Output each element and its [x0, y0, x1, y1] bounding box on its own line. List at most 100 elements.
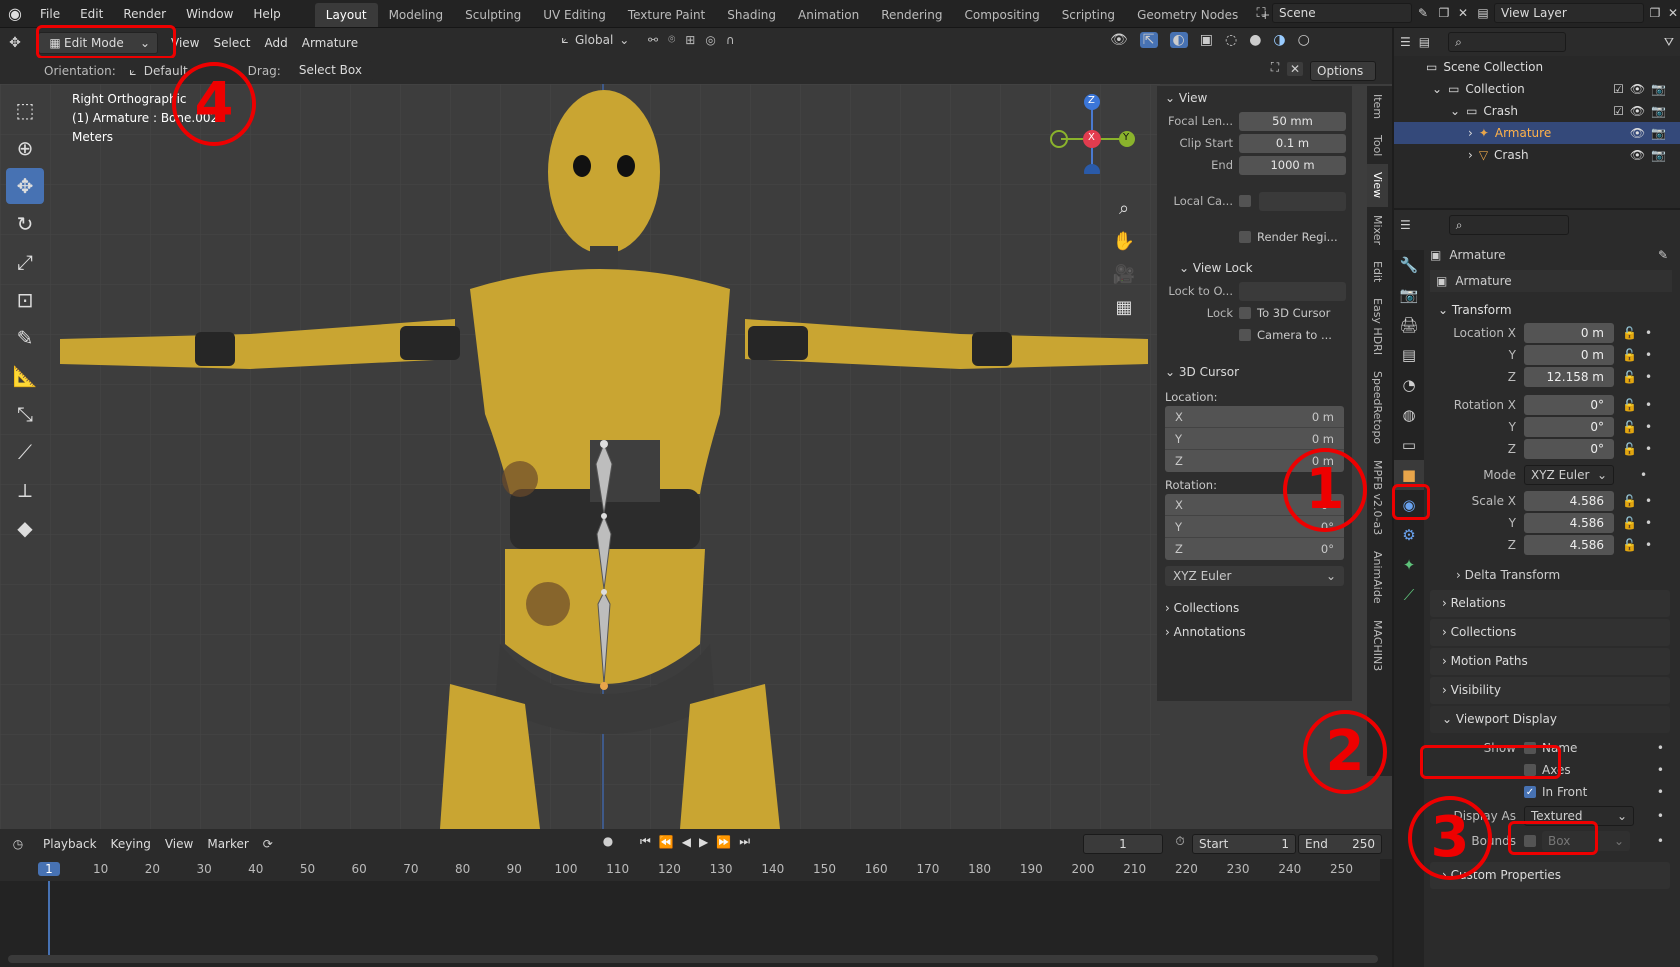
clip-end-field[interactable]: 1000 m: [1239, 155, 1346, 175]
lock-icon[interactable]: 🔓: [1622, 494, 1637, 508]
transform-orientation[interactable]: ⟀ Global ⌄: [555, 32, 629, 47]
timeline-ruler[interactable]: 1 10 20 30 40 50 60 70 80 90 100 110 120 130 140 150 160…: [0, 859, 1380, 881]
grid-view-icon[interactable]: ▦: [1112, 291, 1136, 324]
editor-type-icon[interactable]: ☰: [1400, 218, 1411, 232]
tab-layout[interactable]: Layout: [314, 2, 378, 27]
scale-x-field[interactable]: 4.586: [1524, 491, 1614, 511]
end-frame-field[interactable]: End 250: [1298, 834, 1382, 854]
tool-tab-icon[interactable]: 🔧: [1394, 250, 1424, 280]
lock-icon[interactable]: 🔓: [1622, 398, 1637, 412]
visibility-panel-header[interactable]: › Visibility: [1430, 677, 1670, 704]
scene-tab-icon[interactable]: ◔: [1394, 370, 1424, 400]
move-icon[interactable]: ✥: [6, 168, 44, 204]
location-y-field[interactable]: 0 m: [1524, 345, 1614, 365]
camera-to-checkbox[interactable]: [1239, 329, 1251, 341]
tab-edit[interactable]: Edit: [1367, 253, 1388, 290]
tab-geometry-nodes[interactable]: Geometry Nodes: [1126, 3, 1249, 27]
render-tab-icon[interactable]: 📷: [1394, 280, 1424, 310]
snap-icon[interactable]: ⌾: [668, 32, 675, 47]
bone-envelope-icon[interactable]: ⟋: [6, 434, 44, 470]
rotate-icon[interactable]: ↻: [6, 206, 44, 242]
cursor-rot-z[interactable]: Z 0°: [1165, 538, 1344, 560]
tab-animation[interactable]: Animation: [787, 3, 870, 27]
tab-machin3[interactable]: MACHIN3: [1367, 612, 1388, 679]
in-front-checkbox[interactable]: ✓: [1524, 786, 1536, 798]
keyframe-dot-icon[interactable]: •: [1645, 494, 1652, 508]
lock-icon[interactable]: 🔓: [1622, 538, 1637, 552]
new-view-layer-icon[interactable]: ❐: [1644, 6, 1666, 20]
play-icon[interactable]: ▶: [699, 835, 708, 849]
local-camera-checkbox[interactable]: [1239, 195, 1251, 207]
record-icon[interactable]: ●: [598, 834, 618, 848]
xray-icon[interactable]: ▣: [1200, 32, 1213, 48]
wireframe-icon[interactable]: ◌: [1225, 32, 1237, 48]
navigation-gizmo[interactable]: Z Y X: [1045, 84, 1135, 180]
menu-playback[interactable]: Playback: [36, 833, 104, 855]
cursor-loc-y[interactable]: Y 0 m: [1165, 428, 1344, 450]
visibility-toggles[interactable]: 👁📷: [1630, 148, 1672, 162]
menu-window[interactable]: Window: [176, 0, 243, 28]
start-frame-field[interactable]: Start 1: [1192, 834, 1296, 854]
editor-type-icon[interactable]: ◷: [0, 837, 36, 851]
menu-view[interactable]: View: [158, 833, 200, 855]
tab-rendering[interactable]: Rendering: [870, 3, 953, 27]
measure-icon[interactable]: 📐: [6, 358, 44, 394]
timeline-scrollbar[interactable]: [8, 955, 1378, 963]
output-tab-icon[interactable]: 🖨: [1394, 310, 1424, 340]
current-frame-field[interactable]: 1: [1083, 834, 1163, 854]
location-x-field[interactable]: 0 m: [1524, 323, 1614, 343]
outliner-item-collection[interactable]: ⌄ ▭ Collection ☑👁📷: [1394, 78, 1680, 100]
tab-mixer[interactable]: Mixer: [1367, 207, 1388, 253]
lock-icon[interactable]: 🔓: [1622, 420, 1637, 434]
rotation-y-field[interactable]: 0°: [1524, 417, 1614, 437]
to-cursor-checkbox[interactable]: [1239, 307, 1251, 319]
visibility-icon[interactable]: 👁: [1110, 32, 1128, 48]
delta-transform-header[interactable]: › Delta Transform: [1430, 562, 1680, 588]
expand-icon[interactable]: ⌄: [1450, 104, 1460, 118]
keyframe-dot-icon[interactable]: •: [1645, 348, 1652, 362]
view-lock-header[interactable]: ⌄ View Lock: [1157, 256, 1352, 280]
keyframe-dot-icon[interactable]: •: [1657, 785, 1664, 799]
display-mode-icon[interactable]: ▤: [1419, 35, 1430, 49]
material-preview-icon[interactable]: ◑: [1273, 32, 1285, 48]
armature-data-tab-icon[interactable]: ✦: [1394, 550, 1424, 580]
lock-icon[interactable]: 🔓: [1622, 326, 1637, 340]
close-icon[interactable]: ✕: [1287, 62, 1303, 76]
keyframe-dot-icon[interactable]: •: [1657, 809, 1664, 823]
camera-icon[interactable]: 🎥: [1112, 258, 1136, 291]
scale-icon[interactable]: ⤢: [6, 244, 44, 280]
menu-help[interactable]: Help: [243, 0, 290, 28]
editor-type-icon[interactable]: ✥: [0, 35, 30, 51]
viewport-display-panel-header[interactable]: ⌄ Viewport Display: [1430, 706, 1670, 733]
keyframe-dot-icon[interactable]: •: [1640, 468, 1647, 482]
scene-collection-row[interactable]: ▭ Scene Collection: [1394, 56, 1680, 78]
lock-to-field[interactable]: [1239, 281, 1346, 301]
menu-marker[interactable]: Marker: [200, 833, 255, 855]
scene-field[interactable]: Scene: [1272, 3, 1412, 23]
view-layer-tab-icon[interactable]: ▤: [1394, 340, 1424, 370]
tab-compositing[interactable]: Compositing: [953, 3, 1050, 27]
bone-tab-icon[interactable]: ⟋: [1394, 580, 1424, 610]
outliner-search-input[interactable]: ⌕: [1448, 32, 1567, 52]
tab-mpfb[interactable]: MPFB v2.0-a3: [1367, 452, 1388, 543]
proportional-edit-icon[interactable]: ◎: [705, 33, 715, 47]
lock-icon[interactable]: 🔓: [1622, 442, 1637, 456]
tab-view[interactable]: View: [1367, 164, 1388, 207]
play-reverse-icon[interactable]: ◀: [682, 835, 691, 849]
next-keyframe-icon[interactable]: ⏩: [716, 835, 731, 849]
cursor-loc-x[interactable]: X 0 m: [1165, 406, 1344, 428]
preview-range-icon[interactable]: ⏱: [1170, 834, 1190, 849]
rotation-z-field[interactable]: 0°: [1524, 439, 1614, 459]
menu-select[interactable]: Select: [206, 32, 257, 54]
annotate-icon[interactable]: ✎: [6, 320, 44, 356]
expand-icon[interactable]: ›: [1468, 148, 1473, 162]
zoom-icon[interactable]: ⌕: [1112, 192, 1136, 225]
relations-panel-header[interactable]: › Relations: [1430, 590, 1670, 617]
keyframe-dot-icon[interactable]: •: [1645, 538, 1652, 552]
lock-icon[interactable]: 🔓: [1622, 370, 1637, 384]
keyframe-dot-icon[interactable]: •: [1645, 370, 1652, 384]
tab-speedretopo[interactable]: SpeedRetopo: [1367, 363, 1388, 452]
focal-field[interactable]: 50 mm: [1239, 111, 1346, 131]
keyframe-dot-icon[interactable]: •: [1657, 834, 1664, 848]
gizmo-icon[interactable]: ⇱: [1139, 32, 1158, 48]
